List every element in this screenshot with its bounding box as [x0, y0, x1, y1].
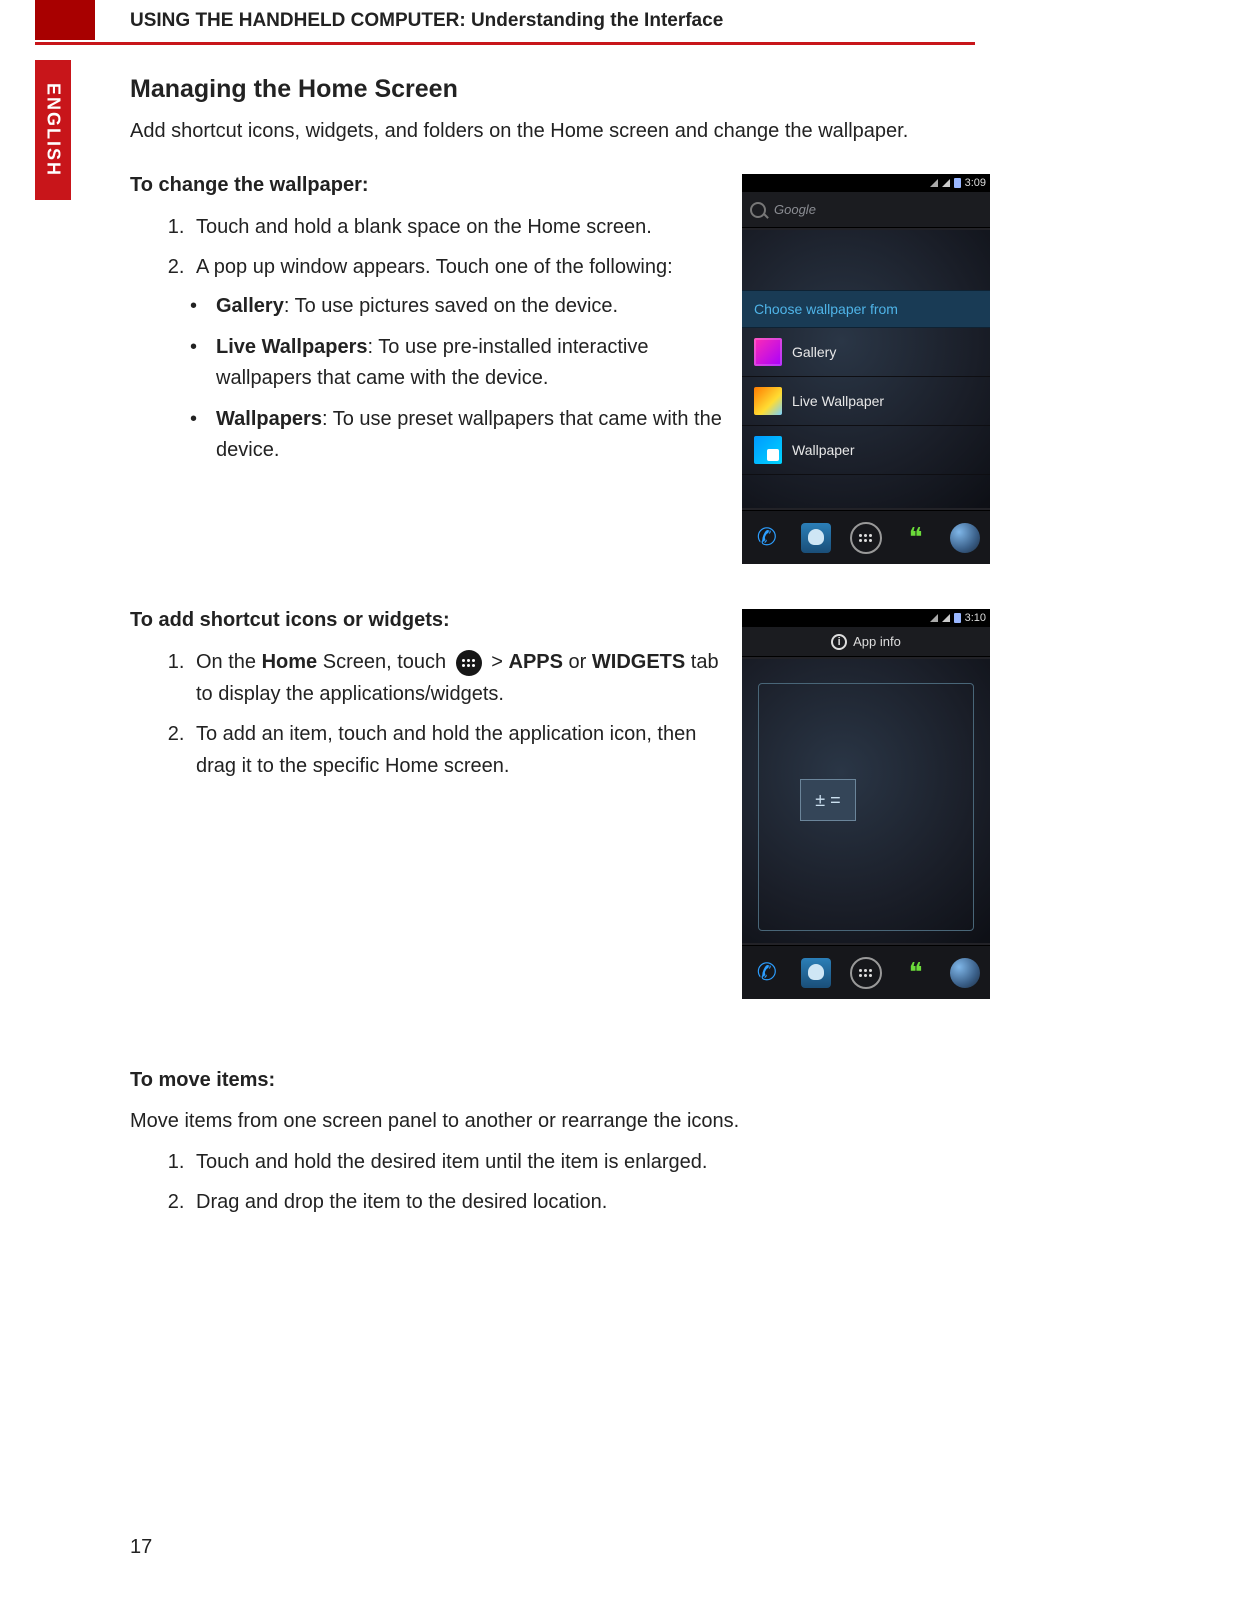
- search-placeholder: Google: [774, 202, 816, 217]
- phone-icon[interactable]: ✆: [749, 955, 785, 991]
- apps-drawer-inline-icon: [456, 650, 482, 676]
- messaging-icon[interactable]: ❝: [898, 520, 934, 556]
- shortcuts-heading: To add shortcut icons or widgets:: [130, 609, 724, 632]
- wallpaper-option-gallery: Gallery: To use pictures saved on the de…: [190, 291, 724, 322]
- move-desc: Move items from one screen panel to anot…: [130, 1106, 990, 1136]
- wallpaper-step-1: Touch and hold a blank space on the Home…: [190, 211, 724, 243]
- wallpaper-option-wallpapers: Wallpapers: To use preset wallpapers tha…: [190, 404, 724, 466]
- gallery-icon: [754, 338, 782, 366]
- clock: 3:10: [965, 612, 986, 624]
- messaging-icon[interactable]: ❝: [898, 955, 934, 991]
- option-label: Live Wallpapers: [216, 336, 368, 358]
- home-screen-surface[interactable]: ± =: [742, 659, 990, 943]
- battery-icon: [954, 613, 961, 623]
- option-label: Gallery: [216, 295, 284, 317]
- move-step-1: Touch and hold the desired item until th…: [190, 1146, 990, 1178]
- wallpaper-option-live: Live Wallpapers: To use pre-installed in…: [190, 332, 724, 394]
- chooser-item-live-wallpaper[interactable]: Live Wallpaper: [742, 377, 990, 426]
- clock: 3:09: [965, 177, 986, 189]
- page-content: Managing the Home Screen Add shortcut ic…: [130, 75, 990, 1226]
- wallpaper-section: To change the wallpaper: Touch and hold …: [130, 174, 990, 569]
- shortcuts-step-2: To add an item, touch and hold the appli…: [190, 718, 724, 782]
- signal-icon: [930, 179, 938, 187]
- wallpaper-heading: To change the wallpaper:: [130, 174, 724, 197]
- phone-icon[interactable]: ✆: [749, 520, 785, 556]
- status-bar: 3:10: [742, 609, 990, 627]
- apps-drawer-icon[interactable]: [848, 520, 884, 556]
- option-desc: : To use pictures saved on the device.: [284, 295, 618, 317]
- battery-icon: [954, 178, 961, 188]
- chapter-title: USING THE HANDHELD COMPUTER: Understandi…: [130, 10, 723, 32]
- header-accent-block: [35, 0, 95, 40]
- browser-icon[interactable]: [947, 955, 983, 991]
- favorites-tray: ✆ ❝: [742, 510, 990, 564]
- chooser-item-wallpaper[interactable]: Wallpaper: [742, 426, 990, 475]
- cell-icon: [942, 614, 950, 622]
- chooser-item-gallery[interactable]: Gallery: [742, 328, 990, 377]
- header-rule: [35, 42, 975, 45]
- google-search-bar[interactable]: Google: [742, 192, 990, 228]
- wallpaper-icon: [754, 436, 782, 464]
- section-title: Managing the Home Screen: [130, 75, 990, 104]
- move-step-2: Drag and drop the item to the desired lo…: [190, 1186, 990, 1218]
- language-tab: ENGLISH: [35, 60, 71, 200]
- info-icon: i: [831, 634, 847, 650]
- item-label: Live Wallpaper: [792, 393, 884, 409]
- drop-target-outline: [758, 683, 974, 931]
- section-intro: Add shortcut icons, widgets, and folders…: [130, 116, 990, 146]
- wallpaper-step-2: A pop up window appears. Touch one of th…: [190, 251, 724, 283]
- shortcuts-section: To add shortcut icons or widgets: On the…: [130, 609, 990, 1029]
- apps-drawer-icon[interactable]: [848, 955, 884, 991]
- shortcuts-step-1: On the Home Screen, touch > APPS or WIDG…: [190, 646, 724, 710]
- move-items-section: To move items: Move items from one scree…: [130, 1069, 990, 1218]
- move-heading: To move items:: [130, 1069, 990, 1092]
- favorites-tray: ✆ ❝: [742, 945, 990, 999]
- contacts-icon[interactable]: [798, 520, 834, 556]
- live-wallpaper-icon: [754, 387, 782, 415]
- dragged-widget[interactable]: ± =: [800, 779, 856, 821]
- page-number: 17: [130, 1536, 152, 1559]
- screenshot-widget-drop: 3:10 i App info ± = ✆ ❝: [742, 609, 990, 999]
- contacts-icon[interactable]: [798, 955, 834, 991]
- search-icon: [750, 202, 766, 218]
- option-label: Wallpapers: [216, 408, 322, 430]
- app-info-label: App info: [853, 634, 901, 649]
- dialog-title: Choose wallpaper from: [742, 290, 990, 328]
- screenshot-wallpaper-picker: 3:09 Google Choose wallpaper from Galler…: [742, 174, 990, 564]
- item-label: Wallpaper: [792, 442, 855, 458]
- browser-icon[interactable]: [947, 520, 983, 556]
- item-label: Gallery: [792, 344, 836, 360]
- app-info-bar[interactable]: i App info: [742, 627, 990, 657]
- signal-icon: [930, 614, 938, 622]
- status-bar: 3:09: [742, 174, 990, 192]
- wallpaper-chooser-dialog: Choose wallpaper from Gallery Live Wallp…: [742, 290, 990, 475]
- cell-icon: [942, 179, 950, 187]
